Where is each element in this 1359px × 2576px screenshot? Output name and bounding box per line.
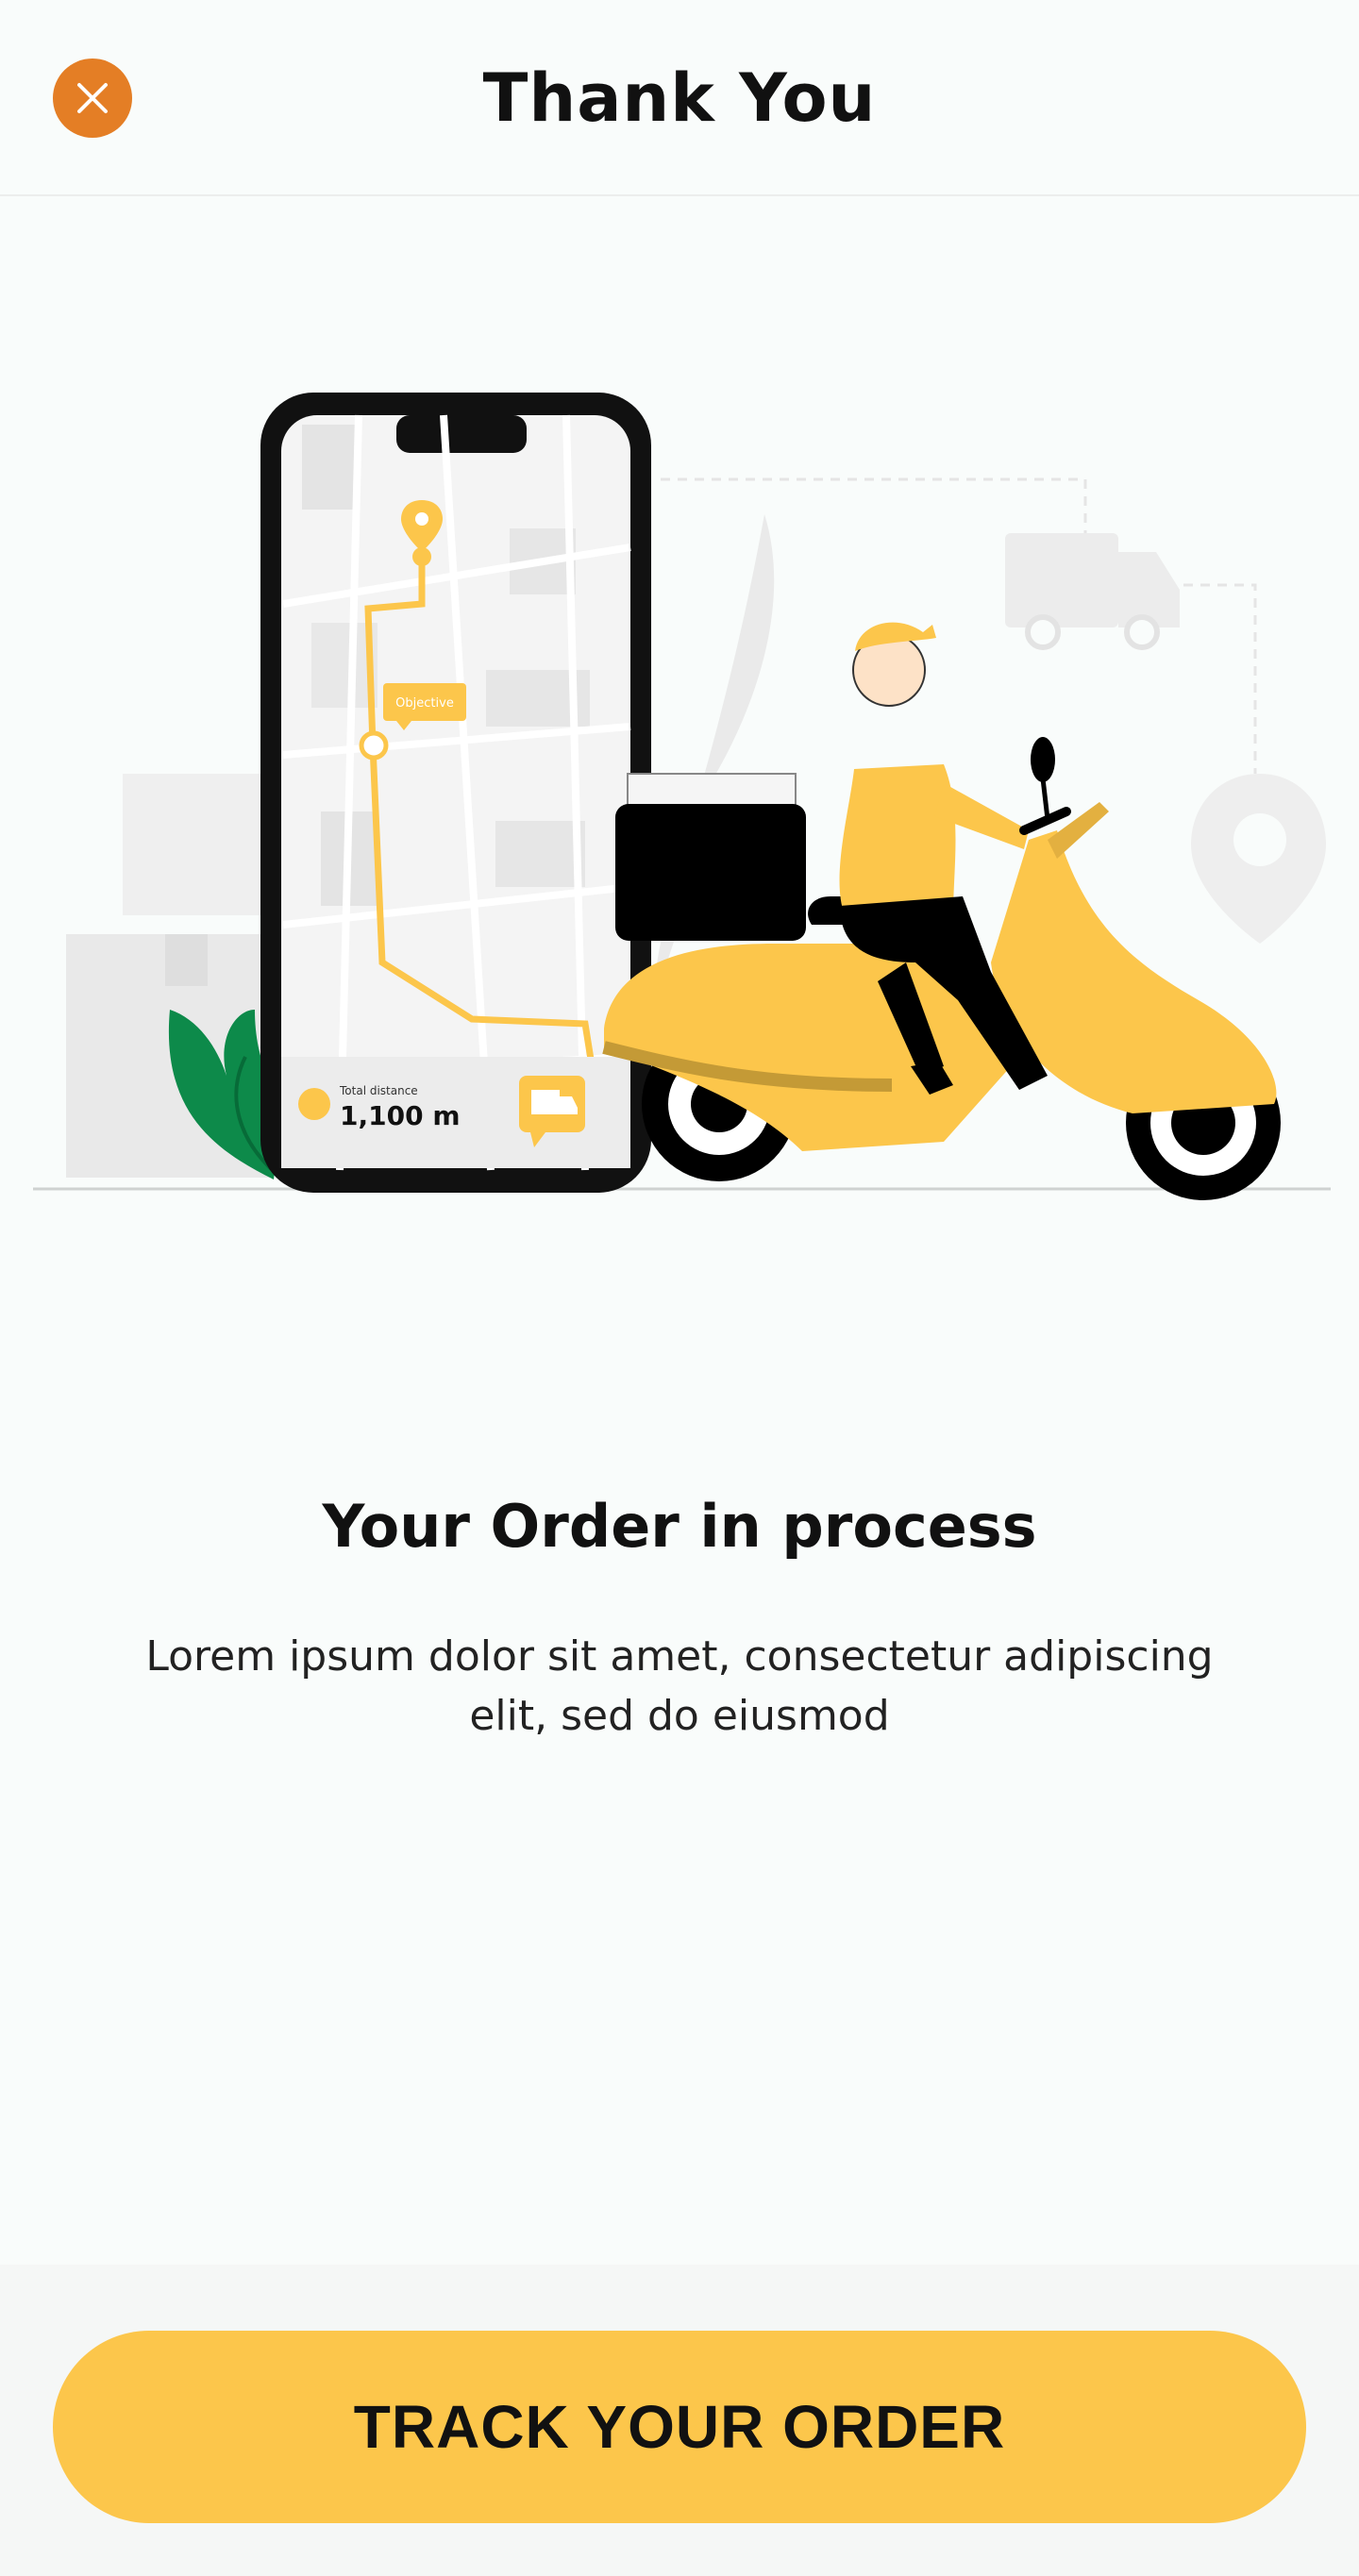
track-order-button[interactable]: TRACK YOUR ORDER bbox=[53, 2331, 1306, 2523]
header-bar: Thank You bbox=[0, 0, 1359, 196]
page-title: Thank You bbox=[482, 59, 877, 137]
map-callout-label: Objective bbox=[395, 696, 454, 711]
background-box bbox=[123, 774, 264, 915]
delivery-illustration: Objective Total distance 1,100 m bbox=[0, 359, 1359, 1208]
track-order-label: TRACK YOUR ORDER bbox=[353, 2393, 1006, 2461]
truck-icon bbox=[1005, 533, 1180, 650]
order-status-description: Lorem ipsum dolor sit amet, consectetur … bbox=[145, 1632, 1214, 1740]
scooter-illustration bbox=[602, 622, 1281, 1200]
order-status-heading: Your Order in process bbox=[322, 1492, 1037, 1561]
location-pin-icon bbox=[1191, 774, 1326, 944]
distance-label: Total distance bbox=[339, 1084, 418, 1097]
phone-illustration: Objective Total distance 1,100 m bbox=[260, 393, 651, 1193]
distance-value: 1,100 m bbox=[340, 1100, 461, 1131]
